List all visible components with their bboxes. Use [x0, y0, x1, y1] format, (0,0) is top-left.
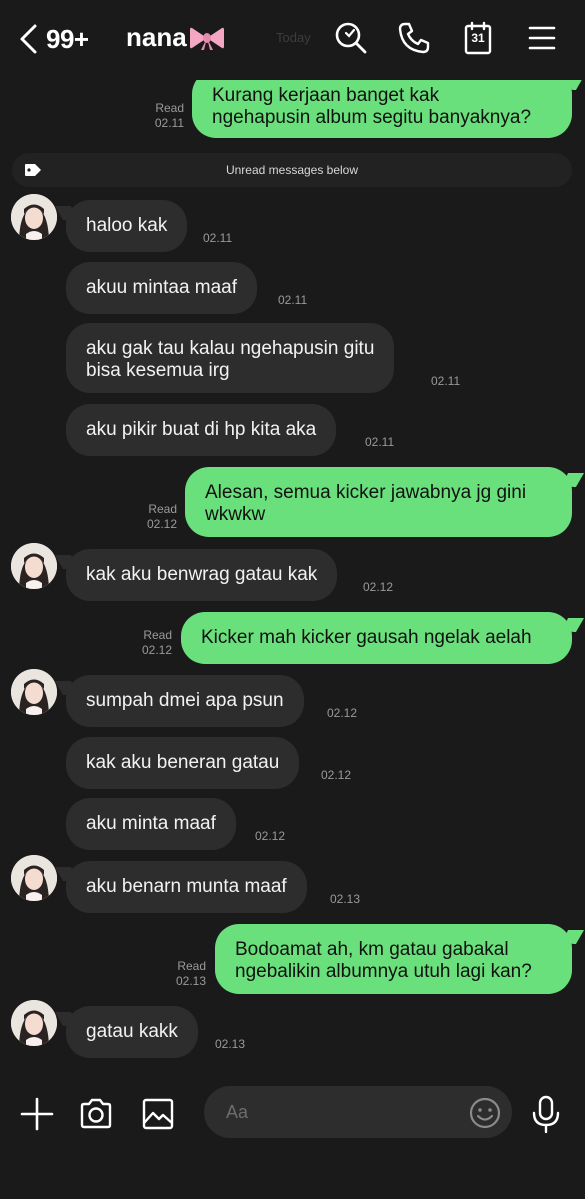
contact-avatar[interactable]: [11, 543, 57, 589]
avatar-photo: [11, 855, 57, 901]
message-time: 02.13: [215, 1037, 246, 1051]
date-separator: Today: [276, 30, 311, 45]
unread-count: 99+: [46, 23, 89, 54]
calendar-day: 31: [471, 31, 485, 45]
search-icon: [335, 22, 367, 54]
message-input[interactable]: [204, 1086, 512, 1138]
incoming-message[interactable]: kak aku benwrag gatau kak: [66, 549, 338, 601]
camera-icon: [80, 1098, 112, 1129]
chevron-left-icon: [20, 24, 37, 54]
tag-icon: [25, 164, 41, 176]
outgoing-message[interactable]: Bodoamat ah, km gatau gabakal ngebalikin …: [215, 924, 572, 994]
chat-header: 99+ nana Today 31: [0, 0, 585, 80]
avatar-photo: [11, 543, 57, 589]
image-icon: [142, 1098, 174, 1130]
emoji-icon[interactable]: [468, 1096, 502, 1130]
incoming-message[interactable]: aku benarn munta maaf: [66, 861, 307, 913]
chat-area[interactable]: Unread messages below Read 02.11 Kurang k…: [0, 0, 585, 1072]
incoming-message[interactable]: sumpah dmei apa psun: [66, 675, 304, 727]
read-receipt: Read 02.11: [154, 101, 184, 130]
avatar-photo: [11, 669, 57, 715]
plus-icon: [20, 1097, 54, 1131]
contact-avatar[interactable]: [11, 194, 57, 240]
unread-divider: Unread messages below: [12, 153, 572, 187]
message-time: 02.13: [330, 892, 361, 906]
microphone-icon[interactable]: [528, 1094, 564, 1134]
message-time: 02.11: [278, 293, 308, 307]
incoming-message[interactable]: aku pikir buat di hp kita aka: [66, 404, 337, 456]
read-receipt: Read 02.13: [175, 959, 206, 988]
composer-bar: [0, 1072, 585, 1199]
incoming-message[interactable]: gatau kakk: [66, 1006, 198, 1058]
incoming-message[interactable]: haloo kak: [66, 200, 188, 252]
contact-avatar[interactable]: [11, 669, 57, 715]
incoming-message[interactable]: kak aku beneran gatau: [66, 737, 300, 789]
menu-icon: [528, 26, 556, 50]
contact-avatar[interactable]: [11, 1000, 57, 1046]
incoming-message[interactable]: akuu mintaa maaf: [66, 262, 258, 314]
message-time: 02.12: [255, 829, 286, 843]
incoming-message[interactable]: aku minta maaf: [66, 798, 236, 850]
message-time: 02.12: [321, 768, 352, 782]
calendar-button[interactable]: 31: [458, 18, 498, 58]
message-time: 02.11: [431, 374, 461, 388]
avatar-photo: [11, 1000, 57, 1046]
contact-avatar[interactable]: [11, 855, 57, 901]
incoming-message[interactable]: aku gak tau kalau ngehapusin gitu bisa ke…: [66, 323, 395, 393]
back-button[interactable]: 99+: [16, 20, 106, 58]
contact-name[interactable]: nana: [126, 22, 225, 53]
outgoing-message[interactable]: Kicker mah kicker gausah ngelak aelah: [181, 612, 572, 664]
avatar-photo: [11, 194, 57, 240]
message-time: 02.11: [203, 231, 233, 245]
outgoing-message[interactable]: Kurang kerjaan banget kak ngehapusin albu…: [192, 70, 572, 138]
gallery-button[interactable]: [138, 1094, 178, 1134]
menu-button[interactable]: [522, 18, 562, 58]
outgoing-message[interactable]: Alesan, semua kicker jawabnya jg gini wkw…: [185, 467, 572, 537]
phone-icon: [398, 22, 430, 54]
call-button[interactable]: [394, 18, 434, 58]
add-button[interactable]: [17, 1094, 57, 1134]
camera-button[interactable]: [76, 1094, 116, 1134]
message-time: 02.12: [363, 580, 394, 594]
unread-divider-label: Unread messages below: [225, 163, 359, 177]
message-time: 02.11: [365, 435, 395, 449]
read-receipt: Read 02.12: [146, 502, 177, 531]
search-button[interactable]: [331, 18, 371, 58]
message-time: 02.12: [327, 706, 358, 720]
ribbon-bow-icon: [189, 27, 224, 50]
read-receipt: Read 02.12: [141, 628, 172, 657]
contact-name-text: nana: [126, 22, 187, 52]
